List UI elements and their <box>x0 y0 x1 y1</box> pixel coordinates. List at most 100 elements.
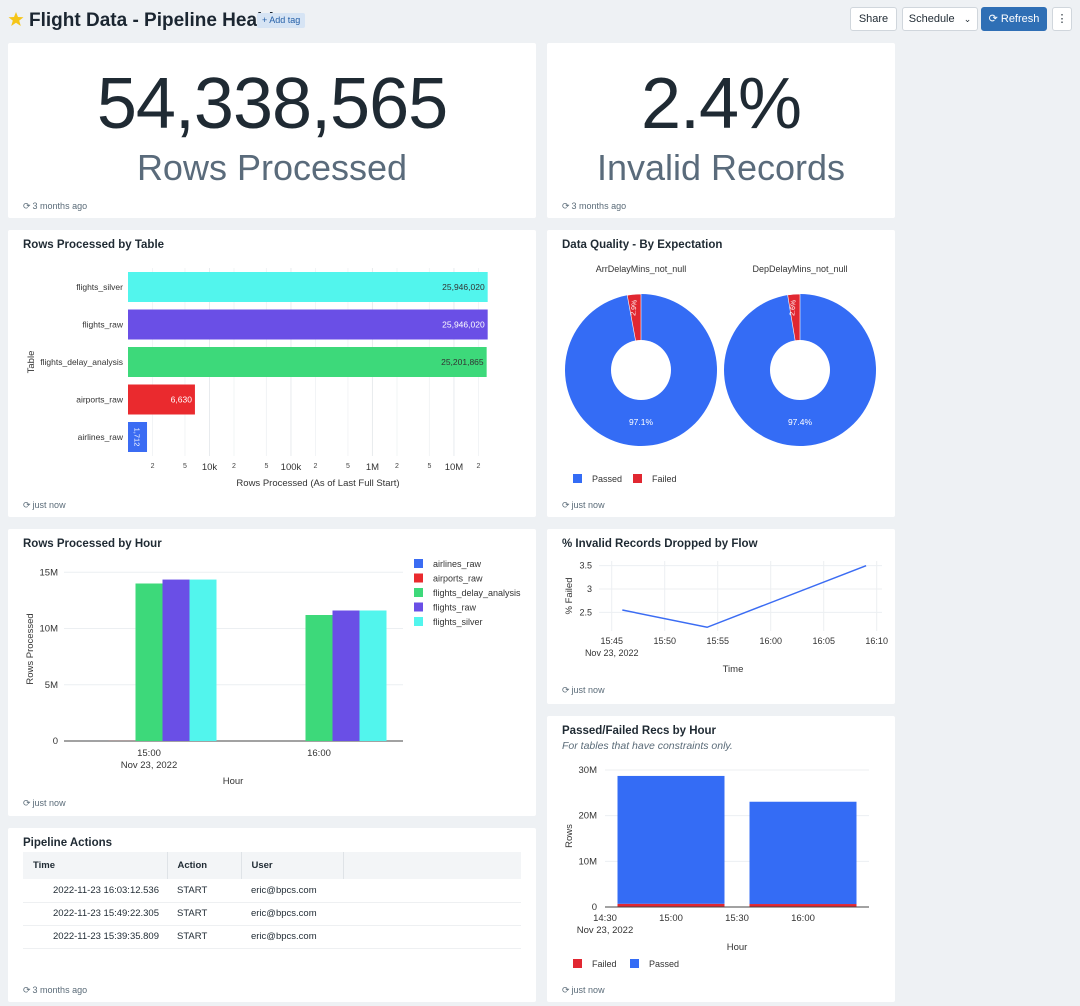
legend-swatch <box>414 602 423 612</box>
panel-subtitle: For tables that have constraints only. <box>562 740 733 752</box>
bar <box>128 347 487 377</box>
refresh-icon: ⟳ <box>562 201 570 211</box>
last-updated-text: just now <box>571 685 605 695</box>
rows-by-hour-chart: 0 5M 10M 15M 15:00 16:00 Nov 23, 2022 Hour Rows … <box>25 559 521 787</box>
pie-label-passed: 97.1% <box>629 417 654 427</box>
bar <box>135 583 163 741</box>
last-updated: ⟳ just now <box>562 500 605 511</box>
counter-value: 54,338,565 <box>96 64 448 144</box>
refresh-icon: ⟳ <box>23 201 31 211</box>
last-updated-text: 3 months ago <box>32 201 88 211</box>
rows-by-table-chart: 10k 100k 1M 10M 2 5 2 5 2 5 2 5 2 flights_silver 25,94… <box>26 268 488 489</box>
counter-value: 2.4% <box>640 64 802 144</box>
y-tick-label: flights_raw <box>82 320 123 330</box>
legend-label: Passed <box>649 959 679 969</box>
data-label: 6,630 <box>171 395 193 405</box>
pie-title: ArrDelayMins_not_null <box>596 264 687 274</box>
last-updated: ⟳ 3 months ago <box>23 201 87 212</box>
x-tick-label: 2 <box>151 463 155 470</box>
legend-swatch <box>414 573 423 583</box>
share-button[interactable]: Share <box>850 7 897 31</box>
y-tick-label: 3.5 <box>579 561 592 571</box>
legend-label: flights_delay_analysis <box>433 588 521 598</box>
cell-user: eric@bpcs.com <box>241 902 343 926</box>
panel-title: Pipeline Actions <box>23 837 113 849</box>
x-tick-label: 2 <box>395 463 399 470</box>
column-header-user[interactable]: User <box>241 852 344 879</box>
refresh-icon: ⟳ <box>562 685 570 695</box>
y-tick-label: 30M <box>579 765 598 776</box>
bar <box>162 579 190 741</box>
legend-label: flights_silver <box>433 617 483 627</box>
donut-hole <box>611 340 671 400</box>
last-updated: ⟳ just now <box>562 985 605 996</box>
bar <box>189 579 217 741</box>
rows-processed-counter: 54,338,565 Rows Processed ⟳ 3 months ago <box>8 43 536 218</box>
pie-label-failed: 2.9% <box>630 300 638 317</box>
x-tick-label: 15:55 <box>706 636 729 646</box>
table-header-row: Time Action User <box>23 852 521 879</box>
refresh-icon: ⟳ <box>23 798 31 808</box>
bar <box>749 801 857 905</box>
x-tick-label: 16:00 <box>759 636 782 646</box>
cell-action: START <box>167 925 241 949</box>
bar <box>359 610 387 741</box>
x-tick-label: 5 <box>427 463 431 470</box>
legend-swatch <box>573 474 582 483</box>
star-icon[interactable] <box>8 11 24 27</box>
refresh-button[interactable]: ⟳ Refresh <box>981 7 1047 31</box>
x-tick-label: 2 <box>314 463 318 470</box>
y-tick-label: airports_raw <box>76 395 124 405</box>
legend-swatch <box>414 588 423 597</box>
x-tick-label: 16:05 <box>812 636 835 646</box>
data-label: 25,201,865 <box>441 357 484 367</box>
last-updated-text: just now <box>571 985 605 995</box>
cell-action: START <box>167 902 241 926</box>
pie-label-failed: 2.6% <box>789 300 797 317</box>
x-tick-label: 10M <box>445 462 464 473</box>
pipeline-actions-table: Time Action User 2022-11-23 16:03:12.536… <box>23 852 521 949</box>
cell-time: 2022-11-23 15:49:22.305 <box>23 902 167 926</box>
pie-label-passed: 97.4% <box>788 417 813 427</box>
bar <box>128 272 488 302</box>
legend-swatch <box>414 559 423 568</box>
refresh-icon: ⟳ <box>988 13 998 25</box>
legend-label: airlines_raw <box>433 559 482 569</box>
invalid-by-flow-chart: 15:45 15:50 15:55 16:00 16:05 16:10 2.5 3 3.5 Nov… <box>564 561 888 675</box>
x-tick-sublabel: Nov 23, 2022 <box>585 648 639 658</box>
schedule-button[interactable]: Schedule ⌄ <box>902 7 978 31</box>
y-axis-title: % Failed <box>564 578 575 615</box>
invalid-records-counter: 2.4% Invalid Records ⟳ 3 months ago <box>547 43 895 218</box>
legend-label: airports_raw <box>433 574 483 584</box>
y-axis-title: Rows Processed <box>25 613 36 684</box>
refresh-label: Refresh <box>1000 13 1040 25</box>
last-updated: ⟳ just now <box>23 798 66 809</box>
last-updated: ⟳ 3 months ago <box>23 985 87 996</box>
x-tick-label: 15:00 <box>659 913 683 924</box>
x-tick-label: 2 <box>477 463 481 470</box>
passed-failed-chart: 0 10M 20M 30M 14:30 15:00 15:30 16:00 Nov 23, 20… <box>564 765 869 969</box>
more-options-button[interactable]: ⋮ <box>1052 7 1072 31</box>
x-tick-label: 15:30 <box>725 913 749 924</box>
y-axis-title: Rows <box>564 824 575 848</box>
x-tick-label: 1M <box>366 462 379 473</box>
x-tick-label: 5 <box>264 463 268 470</box>
y-tick-label: 5M <box>45 680 58 691</box>
bar <box>617 775 725 904</box>
x-tick-label: 5 <box>183 463 187 470</box>
cell-user: eric@bpcs.com <box>241 925 343 949</box>
data-quality-chart: ArrDelayMins_not_null 97.1% 2.9% DepDelayMi… <box>565 264 876 484</box>
x-tick-label: 15:45 <box>600 636 623 646</box>
legend-swatch <box>630 959 639 968</box>
counter-label: Rows Processed <box>136 147 408 188</box>
legend-swatch <box>633 474 642 483</box>
column-header-time[interactable]: Time <box>23 852 168 879</box>
add-tag-button[interactable]: + Add tag <box>257 13 306 28</box>
last-updated: ⟳ just now <box>23 500 66 511</box>
schedule-label: Schedule <box>908 13 955 25</box>
x-tick-label: 16:10 <box>865 636 888 646</box>
column-header-action[interactable]: Action <box>167 852 242 879</box>
x-tick-label: 16:00 <box>791 913 815 924</box>
legend-swatch <box>414 617 423 626</box>
x-axis-title: Time <box>723 664 744 675</box>
